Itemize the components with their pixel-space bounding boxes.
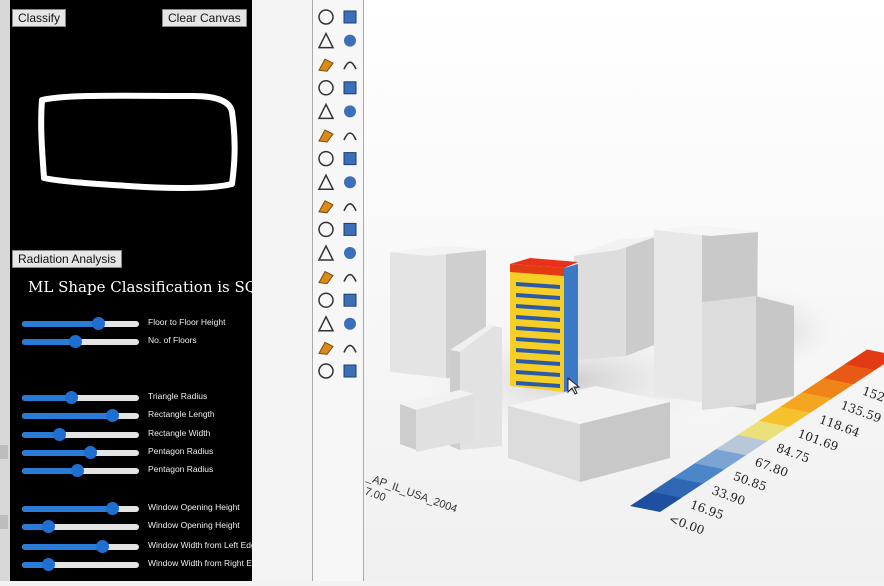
- edge-marker: [0, 515, 8, 529]
- drawn-shape-sketch: [38, 92, 238, 191]
- classify-button[interactable]: Classify: [12, 9, 67, 27]
- modeling-toolbar: [312, 0, 364, 581]
- box-edit-icon[interactable]: [318, 80, 334, 96]
- arc-tool-icon[interactable]: [318, 221, 334, 238]
- shield-icon[interactable]: [318, 341, 334, 355]
- clear-canvas-button[interactable]: Clear Canvas: [162, 9, 247, 27]
- slider-fill: [22, 506, 113, 512]
- cylinder-icon[interactable]: [318, 129, 334, 143]
- block-icon[interactable]: [318, 292, 334, 308]
- analyzed-tower: [510, 258, 578, 392]
- fillet-icon[interactable]: [343, 81, 357, 95]
- divider-area: [252, 0, 312, 581]
- slider-row[interactable]: Window Opening Height: [22, 519, 252, 535]
- triangle-icon[interactable]: [317, 31, 335, 49]
- check-icon[interactable]: [343, 344, 357, 353]
- slider-label: Window Width from Left Edge: [148, 540, 252, 550]
- slider-row[interactable]: Rectangle Length: [22, 408, 252, 424]
- slider-row[interactable]: Window Width from Left Edge: [22, 539, 252, 555]
- pencil-tag-icon[interactable]: [343, 273, 357, 282]
- 3d-viewport[interactable]: <0.00 16.95 33.90 50.85 67.80 84.75 101.69 118.…: [364, 0, 884, 581]
- building-back: [574, 236, 662, 360]
- slider-row[interactable]: No. of Floors: [22, 334, 252, 350]
- radiation-analysis-button[interactable]: Radiation Analysis: [12, 250, 123, 268]
- slider-row[interactable]: Rectangle Width: [22, 427, 252, 443]
- flow-icon[interactable]: [318, 200, 334, 214]
- slider-row[interactable]: Window Opening Height: [22, 501, 252, 517]
- sun-icon[interactable]: [343, 364, 357, 378]
- gumball-icon[interactable]: [318, 150, 334, 167]
- slider-knob[interactable]: [106, 409, 120, 422]
- rectangle-icon[interactable]: [344, 34, 356, 47]
- slider-label: Window Opening Height: [148, 520, 240, 530]
- slider-knob[interactable]: [41, 520, 55, 533]
- edge-marker: [0, 445, 8, 459]
- slider-fill: [22, 413, 113, 419]
- slider-row[interactable]: Pentagon Radius: [22, 463, 252, 479]
- slider-fill: [22, 321, 99, 327]
- circle-arc-icon[interactable]: [318, 9, 334, 25]
- slider-knob[interactable]: [95, 540, 109, 553]
- classification-result-text: ML Shape Classification is SQUARE: [28, 278, 252, 296]
- slider-label: No. of Floors: [148, 335, 197, 345]
- sketch-canvas-panel[interactable]: Classify Clear Canvas Radiation Analysis…: [10, 0, 252, 581]
- slider-label: Pentagon Radius: [148, 464, 214, 474]
- trim-icon[interactable]: [344, 176, 356, 189]
- slider-fill: [22, 395, 72, 401]
- slider-row[interactable]: Floor to Floor Height: [22, 316, 252, 332]
- curve-icon[interactable]: [343, 61, 357, 70]
- points-icon[interactable]: [343, 203, 357, 212]
- slider-label: Window Width from Right Edge: [148, 558, 252, 568]
- explode-icon[interactable]: [343, 152, 357, 166]
- split-icon[interactable]: [317, 173, 335, 190]
- slider-knob[interactable]: [92, 317, 106, 330]
- circle-dot-icon[interactable]: [318, 58, 334, 72]
- slider-label: Triangle Radius: [148, 391, 208, 401]
- slider-fill: [22, 450, 90, 456]
- slider-label: Window Opening Height: [148, 502, 240, 512]
- slider-row[interactable]: Triangle Radius: [22, 390, 252, 406]
- slider-label: Rectangle Width: [148, 428, 211, 438]
- ghost-icon[interactable]: [318, 363, 334, 379]
- slider-row[interactable]: Pentagon Radius: [22, 445, 252, 461]
- gear-icon[interactable]: [344, 317, 356, 330]
- slider-knob[interactable]: [53, 428, 67, 441]
- circle-target-icon[interactable]: [343, 10, 357, 24]
- slider-knob[interactable]: [68, 335, 82, 348]
- sphere-icon[interactable]: [344, 105, 356, 118]
- pipe-icon[interactable]: [343, 132, 357, 141]
- slider-knob[interactable]: [106, 502, 120, 515]
- slider-row[interactable]: Window Width from Right Edge: [22, 557, 252, 573]
- slider-fill: [22, 544, 102, 550]
- slider-knob[interactable]: [41, 558, 55, 571]
- dimension-icon[interactable]: [344, 247, 356, 259]
- group-icon[interactable]: [318, 270, 334, 285]
- box-solid-icon[interactable]: [317, 102, 335, 120]
- text-icon[interactable]: [317, 244, 335, 261]
- left-edge-strip: [0, 0, 10, 581]
- slider-label: Pentagon Radius: [148, 446, 214, 456]
- slider-fill: [22, 339, 75, 345]
- slider-knob[interactable]: [83, 446, 97, 459]
- render-icon[interactable]: [343, 293, 357, 307]
- slider-knob[interactable]: [70, 464, 84, 477]
- slider-label: Floor to Floor Height: [148, 317, 226, 327]
- slider-knob[interactable]: [65, 391, 79, 404]
- rotate-icon[interactable]: [343, 222, 357, 236]
- grid-icon[interactable]: [317, 315, 335, 332]
- building-low-right: [702, 296, 794, 410]
- slider-label: Rectangle Length: [148, 409, 215, 419]
- slider-fill: [22, 468, 77, 474]
